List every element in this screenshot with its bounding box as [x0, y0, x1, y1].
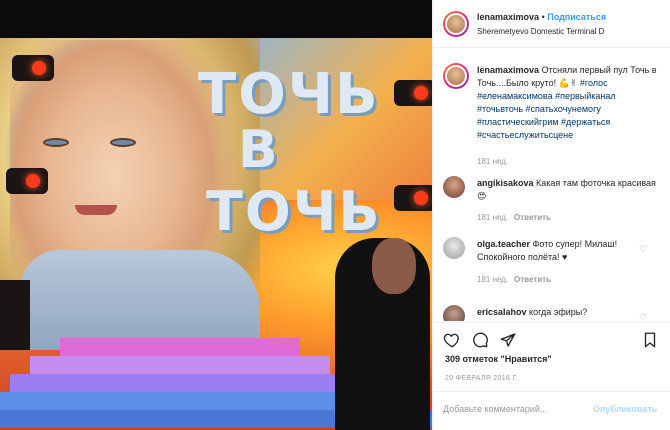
location-link[interactable]: Sheremetyevo Domestic Terminal D: [477, 27, 604, 36]
host-head: [372, 238, 416, 294]
show-logo: ТОЧЬ В ТОЧЬ: [190, 62, 420, 252]
commenter-avatar[interactable]: [443, 237, 465, 259]
commenter-avatar[interactable]: [443, 176, 465, 198]
likes-count[interactable]: 309 отметок "Нравится": [445, 354, 552, 364]
like-comment-heart-icon[interactable]: ♡: [639, 313, 648, 322]
comment-text-block: olga.teacher Фото супер! Милаш! Спокойно…: [477, 238, 663, 264]
shirt: [20, 250, 260, 350]
logo-line-2: В: [238, 120, 280, 180]
share-icon[interactable]: [499, 331, 517, 349]
stage-lamp: [6, 168, 48, 194]
header-line: lenamaximova • Подписаться: [477, 12, 606, 22]
eye-right: [110, 138, 136, 147]
eye-left: [43, 138, 69, 147]
like-comment-heart-icon[interactable]: ♡: [639, 245, 648, 254]
separator-dot: •: [541, 12, 545, 22]
stage-lamp: [12, 55, 54, 81]
stair-step: [60, 338, 300, 356]
stair-step: [0, 392, 380, 410]
follow-button[interactable]: Подписаться: [547, 12, 606, 22]
comment-username[interactable]: olga.teacher: [477, 239, 530, 249]
caption-text-block: lenamaximova Отсняли первый пул Точь в Т…: [477, 64, 663, 142]
commenter-avatar[interactable]: [443, 305, 465, 321]
comment-username[interactable]: angikisakova: [477, 178, 534, 188]
comment-time[interactable]: 181 нед.: [477, 213, 508, 222]
header-username[interactable]: lenamaximova: [477, 12, 539, 22]
comment-text-block: ericsalahov когда эфиры?: [477, 306, 663, 319]
post-header: lenamaximova • Подписаться Sheremetyevo …: [433, 0, 670, 48]
avatar[interactable]: [443, 11, 469, 37]
caption-time[interactable]: 181 нед.: [477, 157, 508, 166]
comment-input[interactable]: [443, 404, 593, 414]
caption-username[interactable]: lenamaximova: [477, 65, 539, 75]
stair-step: [10, 374, 350, 392]
comments-list[interactable]: lenamaximova Отсняли первый пул Точь в Т…: [433, 49, 670, 321]
post-actions: 309 отметок "Нравится" 20 ФЕВРАЛЯ 2016 Г…: [433, 322, 670, 430]
add-comment-bar: Опубликовать: [433, 391, 670, 430]
publish-button[interactable]: Опубликовать: [593, 404, 657, 414]
stage-lamp: [394, 185, 432, 211]
post-photo[interactable]: ТОЧЬ В ТОЧЬ: [0, 0, 432, 430]
bookmark-icon[interactable]: [641, 331, 659, 349]
instagram-post: ТОЧЬ В ТОЧЬ lenamaximova • Подписаться S…: [0, 0, 670, 430]
comment-time[interactable]: 181 нед.: [477, 275, 508, 284]
reply-button[interactable]: Ответить: [514, 275, 551, 284]
avatar-image: [445, 65, 467, 87]
logo-line-3: ТОЧЬ: [206, 180, 382, 243]
stair-step: [30, 356, 330, 374]
stage-lamp: [394, 80, 432, 106]
mouth: [75, 205, 117, 215]
post-sidebar: lenamaximova • Подписаться Sheremetyevo …: [432, 0, 670, 430]
heart-icon[interactable]: [443, 331, 461, 349]
reply-button[interactable]: Ответить: [514, 213, 551, 222]
like-comment-heart-icon[interactable]: ♡: [639, 183, 648, 192]
caption-avatar[interactable]: [443, 63, 469, 89]
comment-text-block: angikisakova Какая там фоточка красивая …: [477, 177, 663, 203]
comment-icon[interactable]: [471, 331, 489, 349]
comment-text: когда эфиры?: [529, 307, 588, 317]
logo-line-1: ТОЧЬ: [198, 62, 380, 127]
avatar-image: [445, 13, 467, 35]
post-date: 20 ФЕВРАЛЯ 2016 Г.: [445, 375, 518, 382]
comment-username[interactable]: ericsalahov: [477, 307, 527, 317]
